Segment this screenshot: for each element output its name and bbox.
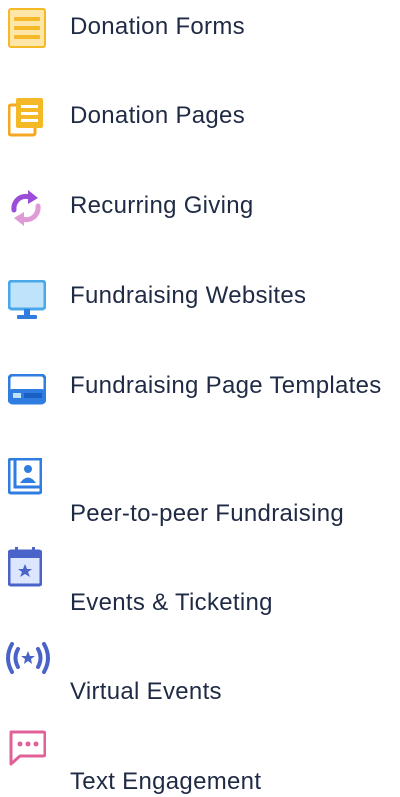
broadcast-icon [6, 642, 50, 674]
pages-icon [8, 98, 43, 137]
calendar-icon [8, 547, 42, 587]
recurring-icon [11, 190, 41, 226]
menu-item-events-ticketing[interactable]: Events & Ticketing [0, 545, 400, 621]
menu-item-virtual-events[interactable]: Virtual Events [0, 640, 400, 716]
monitor-icon [8, 280, 46, 319]
menu-item-peer-to-peer-fundraising[interactable]: Peer-to-peer Fundraising [0, 456, 400, 532]
menu-item-text-engagement[interactable]: Text Engagement [0, 728, 400, 797]
menu-item-donation-forms[interactable]: Donation Forms [0, 0, 400, 60]
menu-item-label: Donation Forms [70, 13, 245, 40]
menu-item-label: Text Engagement [70, 768, 262, 795]
menu-item-fundraising-websites[interactable]: Fundraising Websites [0, 268, 400, 328]
menu-item-label: Fundraising Page Templates [70, 372, 382, 399]
menu-item-fundraising-page-templates[interactable]: Fundraising Page Templates [0, 366, 400, 442]
menu-item-label: Recurring Giving [70, 192, 254, 219]
menu-item-label: Donation Pages [70, 102, 245, 129]
menu-item-label: Virtual Events [70, 678, 222, 705]
menu-item-label: Events & Ticketing [70, 589, 273, 616]
form-icon [8, 8, 46, 48]
chat-icon [9, 730, 46, 766]
person-icon [8, 458, 42, 495]
menu-item-donation-pages[interactable]: Donation Pages [0, 88, 400, 148]
menu-item-label: Fundraising Websites [70, 282, 307, 309]
menu-item-label: Peer-to-peer Fundraising [70, 500, 345, 527]
menu-item-recurring-giving[interactable]: Recurring Giving [0, 178, 400, 238]
